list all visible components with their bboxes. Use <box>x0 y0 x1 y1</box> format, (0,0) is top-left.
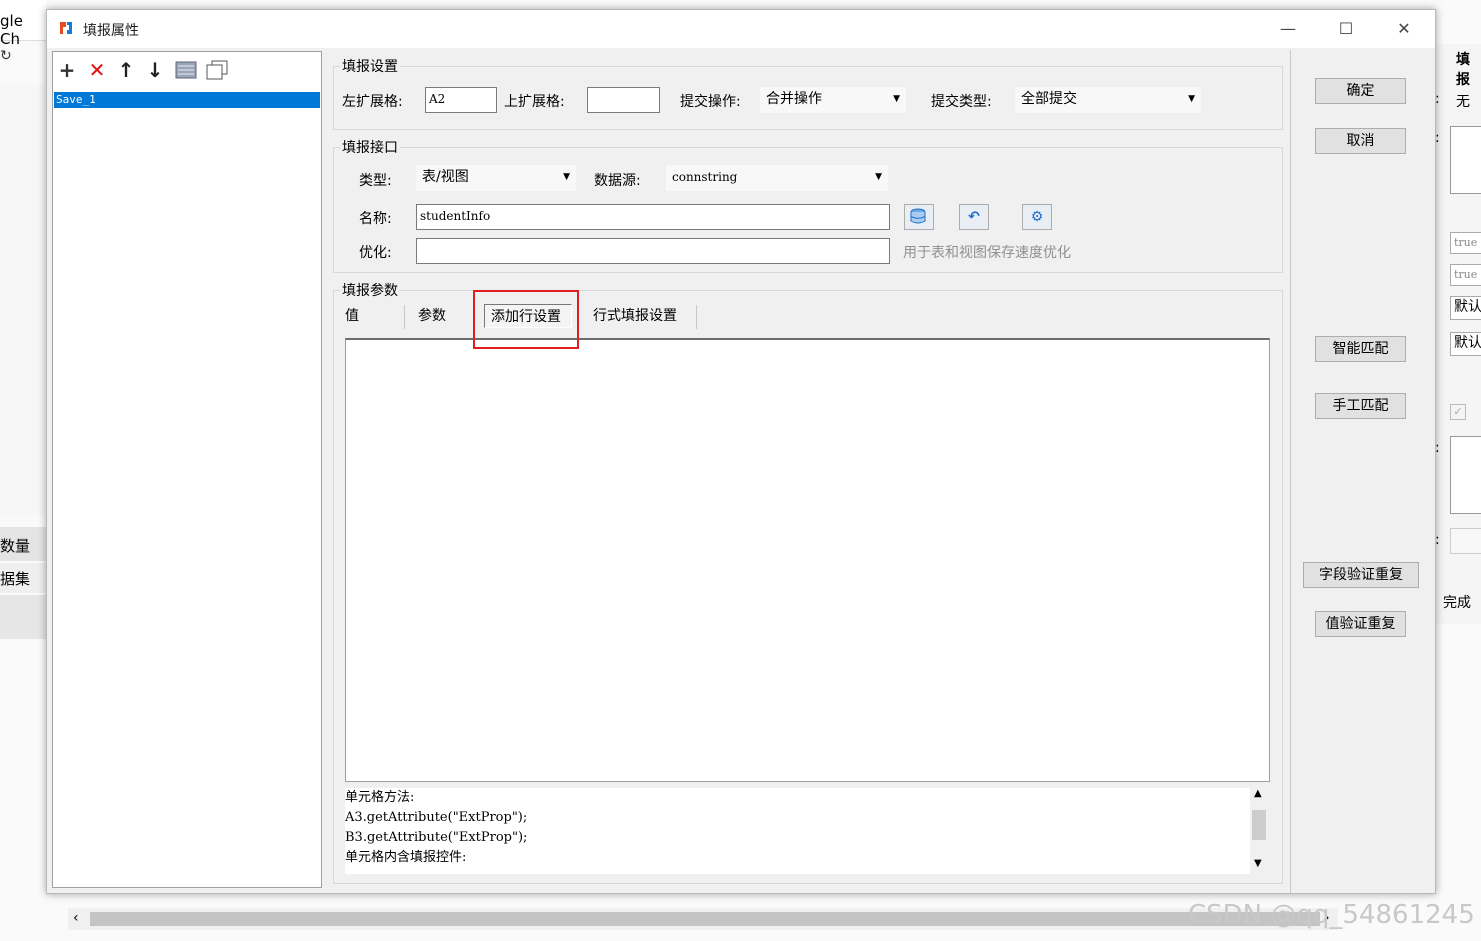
code-line: 单元格内含填报控件: <box>345 850 467 865</box>
dialog-title: 填报属性 <box>83 23 139 39</box>
list-item[interactable]: Save_1 <box>53 91 321 109</box>
submit-operation-select[interactable]: 合并操作 ▼ <box>760 87 906 113</box>
close-button[interactable]: ✕ <box>1375 10 1433 48</box>
browser-tab-fragment: gle Ch <box>0 0 46 48</box>
code-line: 单元格方法: <box>345 790 415 805</box>
left-expand-input[interactable]: A2 <box>425 87 497 113</box>
dialog-titlebar[interactable]: 填报属性 — ☐ ✕ <box>47 10 1435 48</box>
background-sidebar <box>0 85 46 515</box>
right-panel-true-1[interactable]: true <box>1450 232 1481 254</box>
right-property-panel: 填报 : 无 : true true 默认 默认 ✓ : : 完成 <box>1434 44 1481 624</box>
right-panel-textarea-2[interactable] <box>1450 436 1481 514</box>
tab-row-report-settings[interactable]: 行式填报设置 <box>593 301 677 331</box>
move-down-icon[interactable]: ↓ <box>143 58 167 82</box>
type-label: 类型: <box>359 173 392 189</box>
right-panel-input[interactable] <box>1450 528 1481 554</box>
scroll-down-icon[interactable]: ▼ <box>1254 858 1262 869</box>
datasource-label: 数据源: <box>594 173 641 189</box>
optimize-label: 优化: <box>359 245 392 261</box>
right-panel-checkbox[interactable]: ✓ <box>1450 404 1466 420</box>
up-expand-input[interactable] <box>587 87 660 113</box>
tab-params[interactable]: 参数 <box>418 301 446 331</box>
right-panel-default-1[interactable]: 默认 <box>1450 296 1481 320</box>
report-params-title: 填报参数 <box>340 280 400 300</box>
datasource-select[interactable]: connstring ▼ <box>666 165 888 191</box>
report-interface-group: 填报接口 类型: 表/视图 ▼ 数据源: connstring ▼ 名称: st… <box>333 137 1283 273</box>
database-icon[interactable] <box>904 204 934 230</box>
chevron-down-icon: ▼ <box>893 94 900 104</box>
type-select[interactable]: 表/视图 ▼ <box>416 165 576 191</box>
undo-icon[interactable]: ↶ <box>959 204 989 230</box>
right-panel-none-value: 无 <box>1456 94 1470 110</box>
value-validate-button[interactable]: 值验证重复 <box>1315 611 1406 637</box>
move-up-icon[interactable]: ↑ <box>114 58 138 82</box>
complete-label[interactable]: 完成 <box>1443 592 1471 612</box>
code-line: B3.getAttribute("ExtProp"); <box>345 830 528 845</box>
scroll-thumb[interactable] <box>90 912 1320 926</box>
optimize-hint: 用于表和视图保存速度优化 <box>903 245 1071 261</box>
browser-tab-text: gle Ch <box>0 12 23 48</box>
code-line: A3.getAttribute("ExtProp"); <box>345 810 528 825</box>
submit-type-label: 提交类型: <box>931 94 992 110</box>
right-panel-default-2[interactable]: 默认 <box>1450 332 1481 356</box>
cell-methods-help: 单元格方法: A3.getAttribute("ExtProp"); B3.ge… <box>345 788 1257 874</box>
report-settings-title: 填报设置 <box>340 56 400 76</box>
up-expand-label: 上扩展格: <box>504 94 565 110</box>
help-scrollbar[interactable]: ▲ ▼ <box>1250 788 1268 874</box>
submit-type-select[interactable]: 全部提交 ▼ <box>1015 87 1201 113</box>
settings-icon[interactable]: ⚙ <box>1022 204 1052 230</box>
watermark: CSDN @qq_54861245 <box>1188 900 1475 930</box>
highlight-box <box>473 290 579 349</box>
refresh-icon[interactable]: ↻ <box>0 48 12 64</box>
name-input[interactable]: studentInfo <box>416 204 890 230</box>
chevron-down-icon: ▼ <box>875 172 882 182</box>
save-list-pane: + ✕ ↑ ↓ Save_1 <box>52 51 322 888</box>
name-label: 名称: <box>359 211 392 227</box>
right-panel-title: 填报 <box>1456 52 1470 88</box>
ok-button[interactable]: 确定 <box>1315 78 1406 104</box>
scroll-up-icon[interactable]: ▲ <box>1254 788 1262 799</box>
report-interface-title: 填报接口 <box>340 137 400 157</box>
sidebar-item-dataset[interactable]: 据集 <box>0 563 46 593</box>
chevron-down-icon: ▼ <box>1188 94 1195 104</box>
right-panel-textarea[interactable] <box>1450 126 1481 194</box>
submit-operation-label: 提交操作: <box>680 94 741 110</box>
manual-match-button[interactable]: 手工匹配 <box>1315 393 1406 419</box>
cancel-button[interactable]: 取消 <box>1315 128 1406 154</box>
background-sidebar-lower <box>0 595 46 639</box>
left-expand-label: 左扩展格: <box>342 94 403 110</box>
tab-content-area[interactable] <box>345 338 1270 782</box>
maximize-button[interactable]: ☐ <box>1317 10 1375 48</box>
report-properties-dialog: 填报属性 — ☐ ✕ + ✕ ↑ ↓ Save_1 填报设置 左扩展格: A2 … <box>46 9 1436 894</box>
field-validate-button[interactable]: 字段验证重复 <box>1303 562 1419 588</box>
report-params-group: 填报参数 值 参数 添加行设置 行式填报设置 单元格方法: A3.getAttr… <box>333 280 1283 884</box>
minimize-button[interactable]: — <box>1259 10 1317 48</box>
copy-icon[interactable] <box>205 60 229 80</box>
smart-match-button[interactable]: 智能匹配 <box>1315 336 1406 362</box>
tab-value[interactable]: 值 <box>345 301 359 331</box>
chevron-down-icon: ▼ <box>563 172 570 182</box>
scroll-left-icon[interactable]: ‹ <box>73 910 79 926</box>
button-column-divider <box>1290 50 1291 893</box>
add-icon[interactable]: + <box>55 58 79 82</box>
right-panel-true-2[interactable]: true <box>1450 264 1481 286</box>
horizontal-scrollbar[interactable]: ‹ › <box>68 908 1338 930</box>
report-settings-group: 填报设置 左扩展格: A2 上扩展格: 提交操作: 合并操作 ▼ 提交类型: 全… <box>333 56 1283 130</box>
sidebar-item-quantity[interactable]: 数量 <box>0 527 46 561</box>
list-view-icon[interactable] <box>175 61 197 79</box>
scroll-thumb[interactable] <box>1252 810 1266 840</box>
optimize-input[interactable] <box>416 238 890 264</box>
app-logo-icon <box>57 19 75 37</box>
delete-icon[interactable]: ✕ <box>85 58 109 82</box>
